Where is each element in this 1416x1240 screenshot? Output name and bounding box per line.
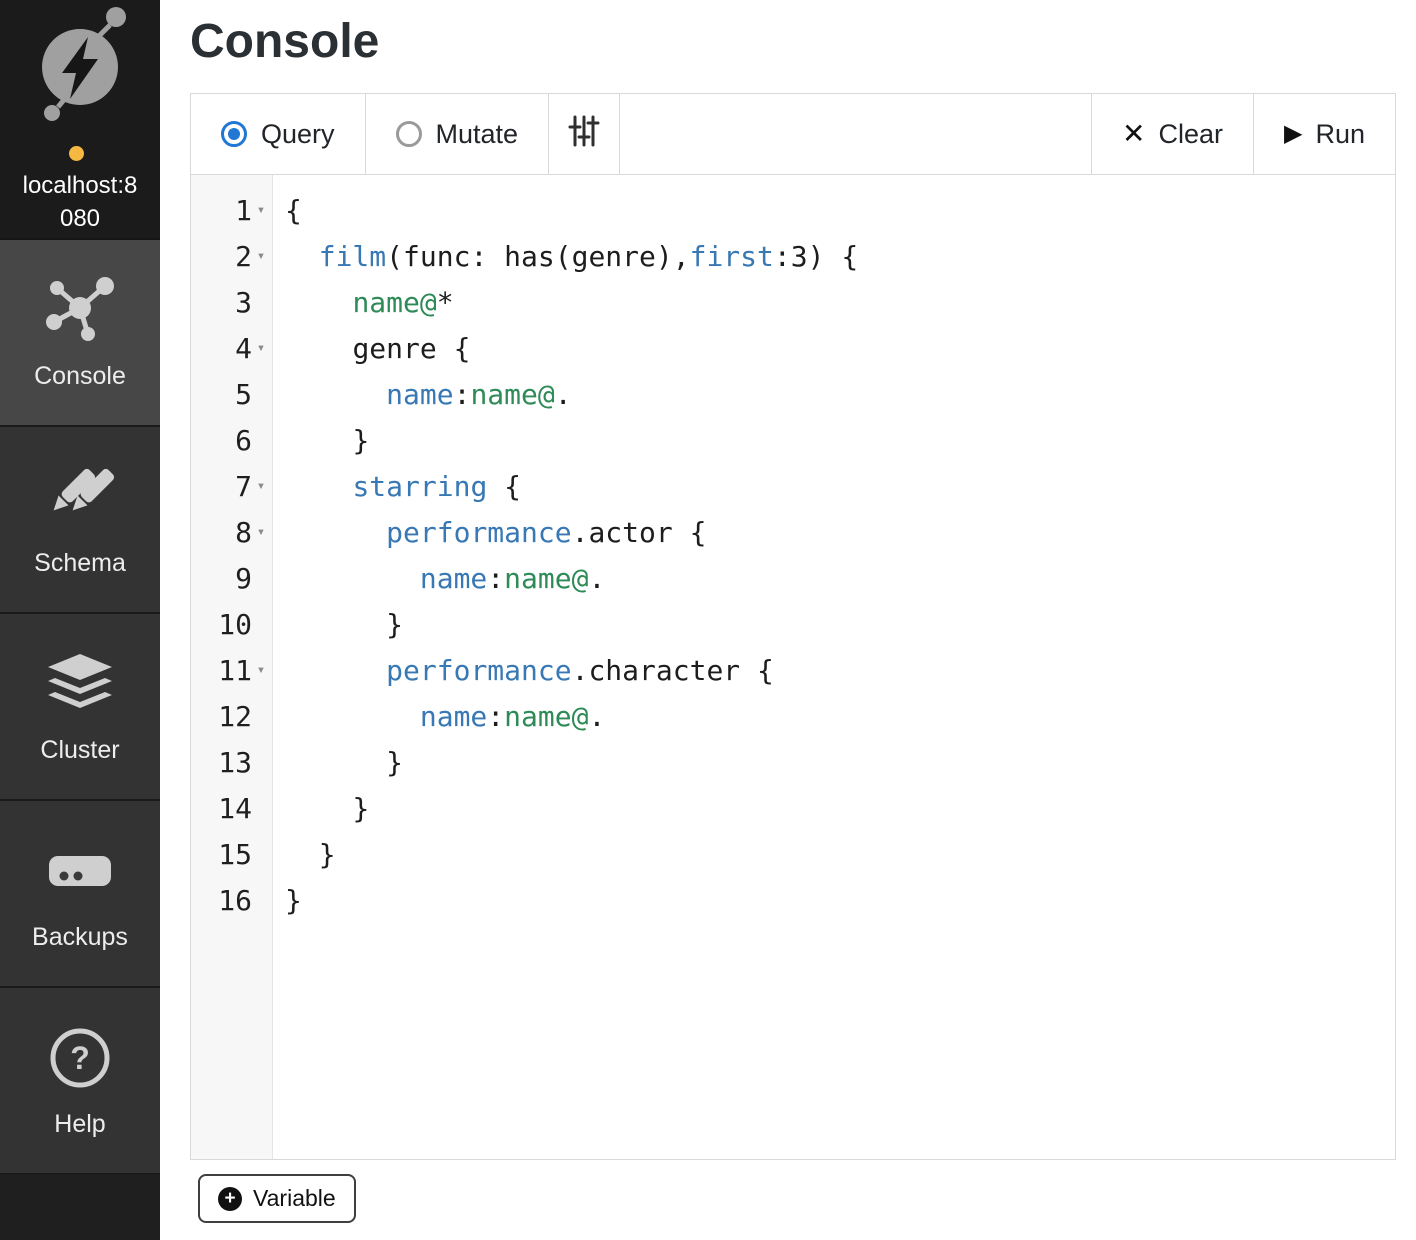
line-number: 3	[191, 279, 272, 325]
fold-arrow-icon[interactable]: ▾	[252, 340, 270, 356]
main-content: Console Query Mutate	[160, 0, 1416, 1240]
layers-icon	[44, 648, 116, 720]
sidebar-item-label: Help	[54, 1110, 105, 1139]
connection-status-dot	[69, 146, 84, 161]
code-line-10[interactable]: }	[285, 601, 1395, 647]
pencils-icon	[41, 461, 119, 533]
fold-arrow-icon[interactable]: ▾	[252, 662, 270, 678]
toolbar-spacer	[619, 93, 1092, 175]
sidebar-nav: Console Schema Cluster Backups? Help	[0, 240, 160, 1175]
code-line-12[interactable]: name:name@.	[285, 693, 1395, 739]
code-line-14[interactable]: }	[285, 785, 1395, 831]
add-variable-button[interactable]: + Variable	[198, 1174, 356, 1223]
line-number[interactable]: 11▾	[191, 647, 272, 693]
editor-footer: + Variable	[190, 1160, 1396, 1223]
server-icon	[47, 835, 113, 907]
clear-button-label: Clear	[1158, 119, 1223, 150]
radio-icon	[221, 121, 247, 147]
graph-icon	[41, 274, 119, 346]
page-title: Console	[190, 14, 1396, 69]
line-number[interactable]: 1▾	[191, 187, 272, 233]
line-number[interactable]: 4▾	[191, 325, 272, 371]
app-window: localhost:8080 Console Schema Cluster Backu…	[0, 0, 1416, 1240]
fold-arrow-icon[interactable]: ▾	[252, 478, 270, 494]
line-number: 9	[191, 555, 272, 601]
sidebar-item-cluster[interactable]: Cluster	[0, 614, 160, 801]
code-editor[interactable]: 1▾2▾34▾567▾8▾91011▾1213141516 { film(fun…	[190, 175, 1396, 1160]
server-address[interactable]: localhost:8080	[16, 138, 144, 235]
code-line-16[interactable]: }	[285, 877, 1395, 923]
run-play-icon: ▶	[1284, 122, 1302, 146]
plus-icon: +	[218, 1187, 242, 1211]
line-number[interactable]: 2▾	[191, 233, 272, 279]
line-number: 16	[191, 877, 272, 923]
mutate-radio[interactable]: Mutate	[365, 93, 550, 175]
line-number[interactable]: 7▾	[191, 463, 272, 509]
sidebar-item-backups[interactable]: Backups	[0, 801, 160, 988]
line-number: 15	[191, 831, 272, 877]
line-number[interactable]: 8▾	[191, 509, 272, 555]
code-area[interactable]: { film(func: has(genre),first:3) { name@…	[273, 175, 1395, 1159]
sidebar-filler	[0, 1175, 160, 1240]
query-options-button[interactable]	[548, 93, 620, 175]
line-number: 5	[191, 371, 272, 417]
sidebar: localhost:8080 Console Schema Cluster Backu…	[0, 0, 160, 1240]
query-radio[interactable]: Query	[190, 93, 366, 175]
code-line-9[interactable]: name:name@.	[285, 555, 1395, 601]
code-line-8[interactable]: performance.actor {	[285, 509, 1395, 555]
dgraph-logo-icon	[32, 3, 128, 130]
line-number: 13	[191, 739, 272, 785]
svg-text:?: ?	[70, 1040, 90, 1076]
sidebar-item-label: Console	[34, 362, 126, 391]
sidebar-item-help[interactable]: ? Help	[0, 988, 160, 1175]
line-number: 14	[191, 785, 272, 831]
code-line-4[interactable]: genre {	[285, 325, 1395, 371]
mutate-radio-label: Mutate	[436, 119, 519, 150]
code-line-3[interactable]: name@*	[285, 279, 1395, 325]
query-toolbar: Query Mutate	[190, 93, 1396, 175]
code-line-15[interactable]: }	[285, 831, 1395, 877]
fold-arrow-icon[interactable]: ▾	[252, 524, 270, 540]
server-address-label: localhost:8080	[23, 172, 138, 231]
line-number-gutter: 1▾2▾34▾567▾8▾91011▾1213141516	[191, 175, 273, 1159]
code-line-1[interactable]: {	[285, 187, 1395, 233]
code-line-6[interactable]: }	[285, 417, 1395, 463]
sidebar-item-label: Schema	[34, 549, 126, 578]
brand-section: localhost:8080	[0, 0, 160, 240]
query-radio-label: Query	[261, 119, 335, 150]
code-line-2[interactable]: film(func: has(genre),first:3) {	[285, 233, 1395, 279]
sidebar-item-label: Backups	[32, 923, 128, 952]
line-number: 6	[191, 417, 272, 463]
variable-button-label: Variable	[253, 1185, 336, 1212]
help-icon: ?	[48, 1022, 112, 1094]
sliders-icon	[567, 114, 601, 155]
sidebar-item-schema[interactable]: Schema	[0, 427, 160, 614]
clear-button[interactable]: ✕ Clear	[1091, 93, 1254, 175]
radio-icon	[396, 121, 422, 147]
clear-x-icon: ✕	[1122, 120, 1145, 148]
code-line-7[interactable]: starring {	[285, 463, 1395, 509]
run-button-label: Run	[1315, 119, 1365, 150]
code-line-5[interactable]: name:name@.	[285, 371, 1395, 417]
sidebar-item-console[interactable]: Console	[0, 240, 160, 427]
code-line-13[interactable]: }	[285, 739, 1395, 785]
line-number: 10	[191, 601, 272, 647]
line-number: 12	[191, 693, 272, 739]
fold-arrow-icon[interactable]: ▾	[252, 202, 270, 218]
sidebar-item-label: Cluster	[40, 736, 119, 765]
code-line-11[interactable]: performance.character {	[285, 647, 1395, 693]
run-button[interactable]: ▶ Run	[1253, 93, 1396, 175]
fold-arrow-icon[interactable]: ▾	[252, 248, 270, 264]
